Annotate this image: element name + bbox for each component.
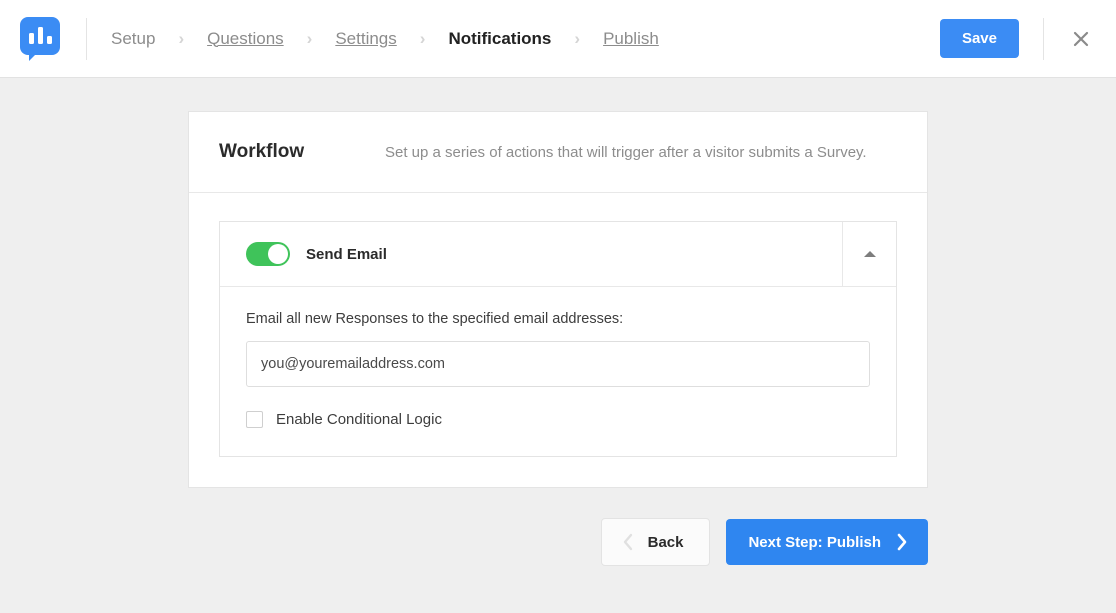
breadcrumb-separator-1: › (178, 28, 185, 48)
workflow-card: Workflow Set up a series of actions that… (188, 111, 928, 488)
save-button[interactable]: Save (939, 19, 1019, 58)
email-field-label: Email all new Responses to the specified… (246, 311, 624, 327)
breadcrumb-item-questions[interactable]: Questions (207, 29, 284, 49)
collapse-action-button[interactable] (842, 222, 896, 286)
chevron-right-icon (897, 533, 907, 551)
logo-bubble-icon (20, 16, 60, 61)
breadcrumb-item-settings[interactable]: Settings (335, 29, 396, 49)
header-divider (86, 17, 87, 60)
conditional-logic-row[interactable]: Enable Conditional Logic (246, 411, 870, 428)
header-divider-2 (1043, 17, 1044, 60)
breadcrumb: Setup › Questions › Settings › Notificat… (111, 29, 940, 49)
back-button[interactable]: Back (600, 518, 711, 566)
logo-bar-2 (37, 26, 43, 44)
workflow-card-body: Send Email Email all new Responses to th… (189, 193, 927, 487)
app-header: Setup › Questions › Settings › Notificat… (0, 0, 1116, 78)
action-send-email: Send Email Email all new Responses to th… (219, 221, 897, 457)
next-step-publish-button[interactable]: Next Step: Publish (726, 519, 928, 565)
breadcrumb-item-setup[interactable]: Setup (111, 29, 155, 49)
chevron-left-icon (623, 533, 632, 551)
breadcrumb-item-publish[interactable]: Publish (603, 29, 659, 49)
next-step-label: Next Step: Publish (748, 533, 881, 551)
logo-bar-1 (28, 32, 34, 44)
page-title: Workflow (219, 141, 305, 162)
action-body: Email all new Responses to the specified… (220, 287, 896, 456)
action-title: Send Email (306, 245, 387, 263)
breadcrumb-item-notifications[interactable]: Notifications (448, 29, 551, 49)
back-button-label: Back (647, 533, 684, 551)
breadcrumb-separator-2: › (306, 28, 313, 48)
breadcrumb-separator-4: › (574, 28, 581, 48)
main-content: Workflow Set up a series of actions that… (0, 78, 1116, 566)
send-email-toggle[interactable] (246, 242, 290, 266)
app-logo[interactable] (20, 16, 60, 61)
wizard-footer: Back Next Step: Publish (188, 518, 928, 566)
workflow-description: Set up a series of actions that will tri… (385, 143, 867, 161)
email-recipients-input[interactable] (246, 341, 870, 387)
workflow-card-header: Workflow Set up a series of actions that… (189, 112, 927, 193)
caret-up-icon (863, 251, 876, 257)
logo-bar-3 (46, 35, 52, 44)
action-header-left: Send Email (220, 222, 842, 286)
conditional-logic-label: Enable Conditional Logic (276, 411, 442, 428)
close-icon[interactable] (1068, 26, 1094, 52)
action-header: Send Email (220, 222, 896, 287)
enable-conditional-logic-checkbox[interactable] (246, 411, 263, 428)
toggle-knob (268, 244, 288, 264)
breadcrumb-separator-3: › (419, 28, 426, 48)
